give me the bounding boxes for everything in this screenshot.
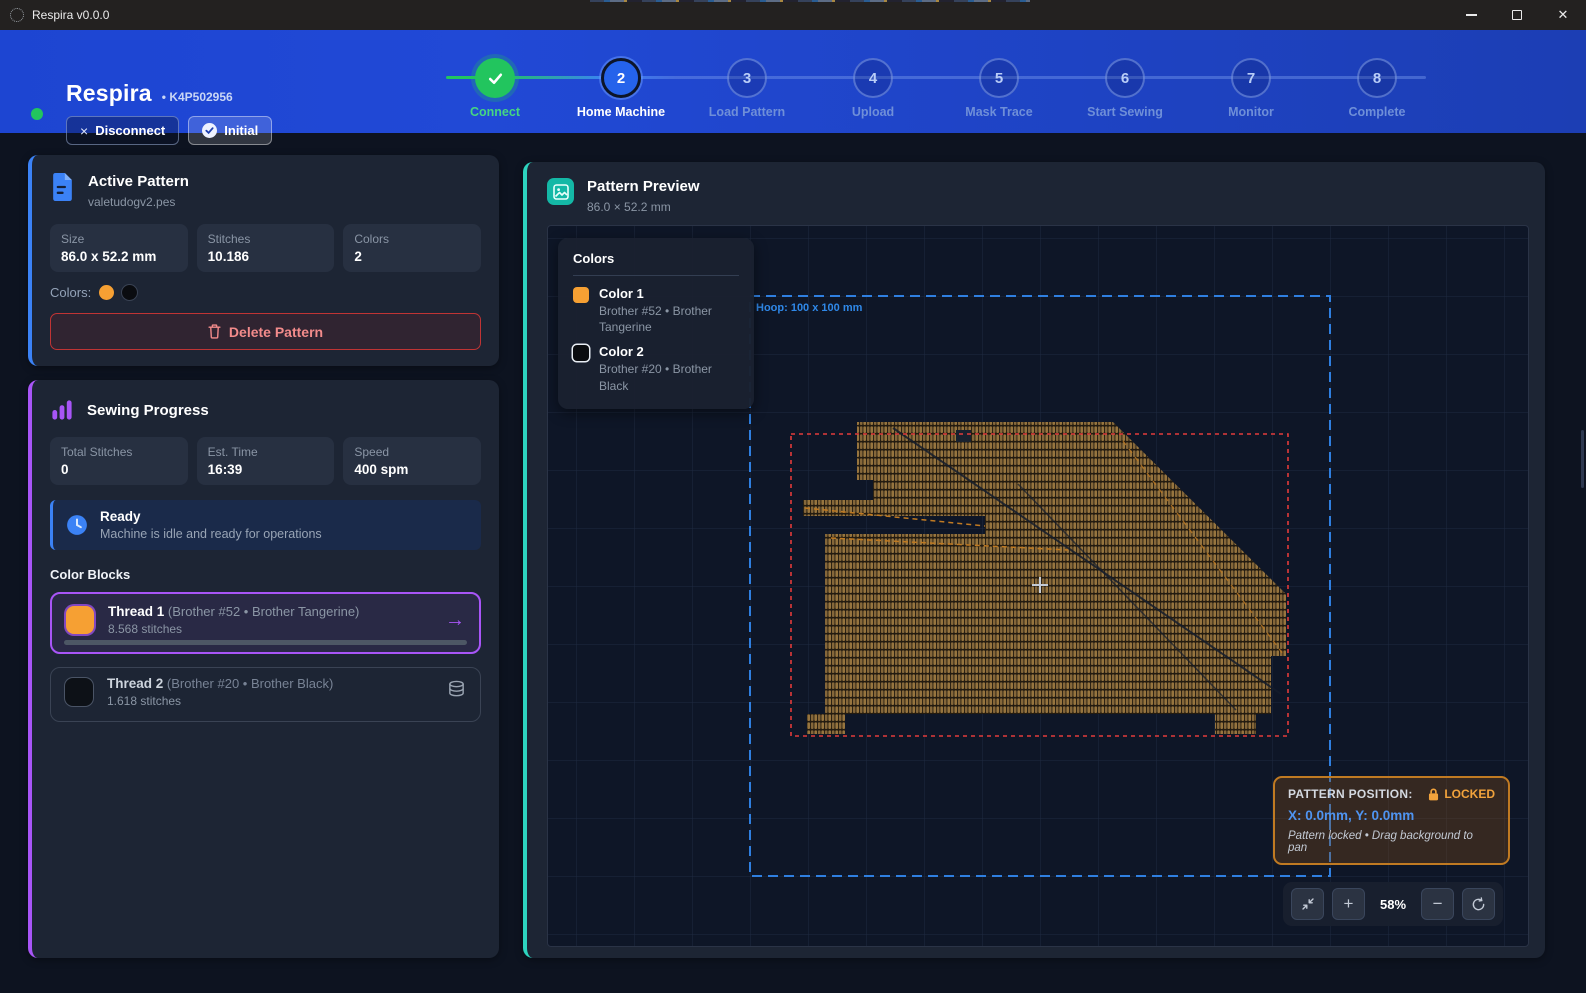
stat-colors: Colors 2 [343,224,481,272]
app-header: Respira • K4P502956 × Disconnect Initial… [0,30,1586,133]
thread-1-detail: (Brother #52 • Brother Tangerine) [168,604,359,619]
legend-swatch-black [573,345,589,361]
image-icon [547,178,574,205]
active-pattern-title: Active Pattern [88,173,189,190]
delete-pattern-button[interactable]: Delete Pattern [50,313,481,350]
workflow-stepper: Connect 2 Home Machine 3 Load Pattern 4 … [432,48,1440,130]
colors-label: Colors: [50,285,91,300]
lock-icon [1428,788,1439,801]
reset-view-button[interactable] [1462,888,1495,920]
locked-badge: LOCKED [1428,787,1495,801]
pattern-position-overlay: PATTERN POSITION: LOCKED X: 0.0mm, Y: 0.… [1273,776,1510,865]
legend-title: Colors [573,251,739,266]
thread-1-stitches: 8.568 stitches [108,622,359,636]
active-pattern-card: Active Pattern valetudogv2.pes Size 86.0… [28,155,499,366]
legend-entry-color-1: Color 1 Brother #52 • Brother Tangerine [573,286,739,335]
check-icon [475,58,515,98]
thread-2-name: Thread 2 [107,676,163,691]
position-coordinates: X: 0.0mm, Y: 0.0mm [1288,808,1495,823]
zoom-toolbar: + 58% − [1283,882,1503,926]
status-description: Machine is idle and ready for operations [100,527,322,541]
step-upload[interactable]: 4 Upload [810,48,936,119]
colors-legend: Colors Color 1 Brother #52 • Brother Tan… [558,238,754,409]
layers-icon [447,680,466,704]
step-load-pattern[interactable]: 3 Load Pattern [684,48,810,119]
fit-arrow [1309,899,1313,903]
legend-swatch-orange [573,287,589,303]
thread-1-name: Thread 1 [108,604,164,619]
stat-total-stitches: Total Stitches 0 [50,437,188,485]
color-swatch-orange [99,285,114,300]
thread-1-swatch [66,606,94,634]
legend-entry-color-2: Color 2 Brother #20 • Brother Black [573,344,739,393]
fit-view-button[interactable] [1291,888,1324,920]
color-swatch-black [122,285,137,300]
arrow-right-icon: → [445,609,465,632]
initial-button[interactable]: Initial [188,116,272,145]
machine-status-banner: Ready Machine is idle and ready for oper… [50,500,481,550]
step-complete[interactable]: 8 Complete [1314,48,1440,119]
scrollbar-thumb[interactable] [1581,430,1584,488]
minimize-button[interactable] [1448,0,1494,30]
preview-title: Pattern Preview [587,178,700,195]
step-start-sewing[interactable]: 6 Start Sewing [1062,48,1188,119]
thread-2-detail: (Brother #20 • Brother Black) [167,676,333,691]
thread-1-row[interactable]: Thread 1 (Brother #52 • Brother Tangerin… [50,592,481,654]
zoom-level: 58% [1373,897,1413,912]
clock-icon [66,514,88,536]
x-icon: × [80,123,88,139]
close-button[interactable]: ✕ [1540,0,1586,30]
hoop-label: Hoop: 100 x 100 mm [756,302,862,314]
position-label: PATTERN POSITION: [1288,787,1413,801]
pattern-preview-card: Pattern Preview 86.0 × 52.2 mm [523,162,1545,958]
brand-title: Respira [66,80,152,107]
document-icon [50,173,75,201]
background-window-artifact [590,0,1030,2]
pattern-filename: valetudogv2.pes [88,195,189,209]
title-bar: Respira v0.0.0 ✕ [0,0,1586,30]
color-blocks-label: Color Blocks [50,567,481,582]
thread-2-stitches: 1.618 stitches [107,694,333,708]
maximize-button[interactable] [1494,0,1540,30]
thread-2-swatch [65,678,93,706]
bar-chart-icon [50,398,74,422]
thread-1-progress-track [64,640,467,645]
step-home-machine[interactable]: 2 Home Machine [558,48,684,119]
zoom-in-button[interactable]: + [1332,888,1365,920]
stat-stitches: Stitches 10.186 [197,224,335,272]
step-monitor[interactable]: 7 Monitor [1188,48,1314,119]
minus-icon: − [1433,894,1443,914]
trash-icon [208,324,221,339]
stat-est-time: Est. Time 16:39 [197,437,335,485]
disconnect-button[interactable]: × Disconnect [66,116,179,145]
thread-2-row[interactable]: Thread 2 (Brother #20 • Brother Black) 1… [50,667,481,722]
refresh-icon [1471,897,1486,912]
app-icon [10,8,24,22]
status-title: Ready [100,509,322,524]
sewing-progress-card: Sewing Progress Total Stitches 0 Est. Ti… [28,380,499,958]
stat-speed: Speed 400 spm [343,437,481,485]
zoom-out-button[interactable]: − [1421,888,1454,920]
stat-size: Size 86.0 x 52.2 mm [50,224,188,272]
plus-icon: + [1344,894,1354,914]
sewing-progress-title: Sewing Progress [87,402,209,419]
preview-dimensions: 86.0 × 52.2 mm [587,200,700,214]
check-circle-icon [202,123,217,138]
step-mask-trace[interactable]: 5 Mask Trace [936,48,1062,119]
position-hint: Pattern locked • Drag background to pan [1288,830,1495,854]
preview-canvas[interactable]: Hoop: 100 x 100 mm Colors Color 1 Brothe… [547,225,1529,947]
connection-status-dot [31,108,43,120]
machine-serial: • K4P502956 [162,90,233,104]
step-connect[interactable]: Connect [432,48,558,119]
window-title: Respira v0.0.0 [32,8,109,22]
